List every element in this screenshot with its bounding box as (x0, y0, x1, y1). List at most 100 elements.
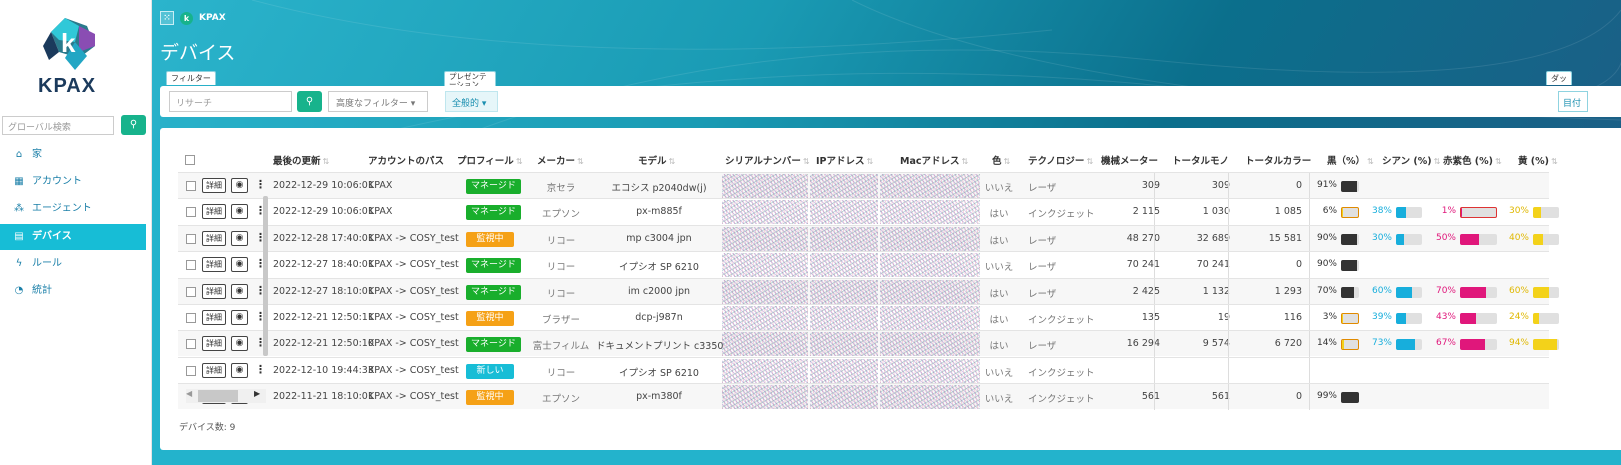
view-button[interactable]: ◉ (231, 204, 248, 220)
eye-icon: ◉ (235, 364, 244, 375)
breadcrumb-label[interactable]: KPAX (199, 13, 226, 23)
search-button[interactable]: ⚲ (297, 91, 322, 112)
col-account-path[interactable]: アカウントのパス (368, 153, 444, 167)
col-total-color[interactable]: トータルカラー (1245, 153, 1311, 167)
sidebar-item-accounts[interactable]: ▦ アカウント (0, 169, 146, 195)
more-options-icon[interactable]: ⋮ (255, 178, 266, 191)
table-row[interactable]: 詳細 ◉ ⋮ 2022-12-27 18:10:01 KPAX -> COSY_test… (178, 277, 1559, 305)
cell-serial-redacted (722, 174, 808, 198)
yellow-level-fill (1533, 233, 1544, 245)
global-search-input[interactable]: グローバル検索 (2, 116, 114, 135)
row-checkbox[interactable] (186, 365, 196, 376)
table-row[interactable]: 詳細 ◉ ⋮ 2022-12-29 10:06:01 KPAX マネージド エプソン px-m… (178, 198, 1559, 226)
col-ip[interactable]: IPアドレス ⇅ (816, 153, 873, 167)
yellow-level-bar (1533, 233, 1559, 245)
global-search-button[interactable]: ⚲ (121, 115, 146, 135)
view-button[interactable]: ◉ (231, 310, 248, 325)
column-divider (1228, 173, 1229, 199)
details-button[interactable]: 詳細 (202, 204, 226, 220)
scroll-right-icon[interactable]: ▶ (254, 389, 260, 398)
eye-icon: ◉ (235, 180, 244, 190)
col-technology[interactable]: テクノロジー ⇅ (1028, 153, 1093, 167)
sidebar-item-stats[interactable]: ◔ 統計 (0, 278, 146, 304)
search-input[interactable]: リサーチ (169, 91, 292, 112)
dashboard-date-button[interactable]: 目付 (1558, 91, 1588, 112)
view-button[interactable]: ◉ (231, 178, 248, 193)
col-model[interactable]: モデル ⇅ (638, 153, 675, 167)
row-checkbox[interactable] (186, 260, 196, 271)
select-all-checkbox[interactable] (185, 155, 195, 165)
details-button[interactable]: 詳細 (202, 230, 226, 246)
row-checkbox[interactable] (186, 339, 196, 350)
col-mac[interactable]: Macアドレス ⇅ (900, 153, 968, 167)
col-meter[interactable]: 機械メーター (1101, 153, 1158, 167)
table-row[interactable]: 詳細 ◉ ⋮ 2022-12-27 18:40:01 KPAX -> COSY_test… (178, 251, 1549, 279)
col-last-update[interactable]: 最後の更新 ⇅ (273, 153, 329, 167)
table-row[interactable]: 詳細 ◉ ⋮ 2022-12-21 12:50:10 KPAX -> COSY_test… (178, 330, 1559, 358)
scroll-thumb[interactable] (198, 390, 238, 403)
view-button[interactable]: ◉ (231, 362, 248, 378)
row-checkbox[interactable] (186, 313, 196, 323)
view-button[interactable]: ◉ (231, 336, 248, 352)
details-button[interactable]: 詳細 (202, 310, 226, 325)
col-total-mono[interactable]: トータルモノ (1172, 153, 1229, 167)
cyan-level-bar (1396, 339, 1422, 351)
row-checkbox[interactable] (186, 233, 196, 244)
cell-serial-redacted (722, 226, 808, 251)
kpax-icon: k (180, 11, 193, 25)
magenta-level-fill (1460, 286, 1486, 298)
table-row[interactable]: 詳細 ◉ ⋮ 2022-12-21 12:50:11 KPAX -> COSY_test… (178, 304, 1559, 331)
cell-account-path: KPAX (368, 206, 393, 218)
cell-maker: リコー (546, 367, 576, 379)
sidebar-item-agents[interactable]: ⁂ エージェント (0, 196, 146, 222)
col-serial[interactable]: シリアルナンバー ⇅ (725, 153, 810, 167)
sidebar-item-home[interactable]: ⌂ 家 (0, 142, 146, 168)
column-divider (1309, 252, 1310, 279)
magenta-percent: 1% (1441, 206, 1456, 217)
details-button[interactable]: 詳細 (202, 257, 226, 273)
col-maker[interactable]: メーカー ⇅ (537, 153, 584, 167)
more-options-icon[interactable]: ⋮ (255, 363, 266, 376)
details-button[interactable]: 詳細 (202, 336, 226, 352)
table-row[interactable]: 詳細 ◉ ⋮ 2022-12-29 10:06:01 KPAX マネージド 京セラ エコシス … (178, 172, 1549, 199)
column-divider (1154, 305, 1155, 331)
row-checkbox[interactable] (186, 207, 196, 218)
column-divider (1154, 199, 1155, 226)
col-profile[interactable]: プロフィール ⇅ (457, 153, 523, 167)
view-button[interactable]: ◉ (231, 283, 248, 299)
view-button[interactable]: ◉ (231, 257, 248, 273)
horizontal-scrollbar[interactable]: ◀ ▶ (186, 389, 266, 404)
table-row[interactable]: 詳細 ◉ ⋮ 2022-12-10 19:44:33 KPAX -> COSY_test… (178, 356, 1549, 384)
cell-ip-redacted (810, 200, 878, 225)
scroll-left-icon[interactable]: ◀ (186, 389, 192, 398)
col-cyan[interactable]: シアン (%) ⇅ (1382, 153, 1440, 167)
header-label: 最後の更新 (273, 156, 321, 167)
col-black[interactable]: 黒（%） ⇅ (1327, 153, 1374, 167)
cell-ip-redacted (810, 226, 878, 251)
grid-icon[interactable]: ⁙ (160, 11, 174, 25)
cell-account-path: KPAX -> COSY_test (368, 364, 459, 376)
presentation-dropdown[interactable]: 全般的 ▾ (445, 91, 498, 112)
sidebar-item-rules[interactable]: ϟ ルール (0, 251, 146, 277)
row-checkbox[interactable] (186, 286, 196, 297)
details-button[interactable]: 詳細 (202, 362, 226, 378)
row-checkbox[interactable] (186, 181, 196, 191)
header-label: 色 (992, 156, 1002, 167)
sidebar-item-devices[interactable]: ▤ デバイス (0, 224, 146, 250)
table-row[interactable]: 詳細 ◉ ⋮ 2022-12-28 17:40:01 KPAX -> COSY_test… (178, 224, 1559, 252)
table-row[interactable]: 詳細◉⋮2022-11-21 18:10:01KPAX -> COSY_test… (178, 383, 1549, 411)
vertical-scrollbar[interactable] (263, 196, 268, 356)
cell-color: はい (989, 235, 1009, 247)
details-button[interactable]: 詳細 (202, 178, 226, 193)
col-magenta[interactable]: 赤紫色 (%) ⇅ (1443, 153, 1502, 167)
col-yellow[interactable]: 黄 (%) ⇅ (1518, 153, 1558, 167)
black-level-fill (1341, 286, 1354, 298)
advanced-filter-dropdown[interactable]: 高度なフィルター ▾ (328, 91, 428, 112)
magenta-percent: 67% (1435, 338, 1456, 349)
view-button[interactable]: ◉ (231, 230, 248, 246)
col-color[interactable]: 色 ⇅ (992, 153, 1010, 167)
details-button[interactable]: 詳細 (202, 283, 226, 299)
sort-icon: ⇅ (515, 157, 523, 166)
logo-text: KPAX (38, 75, 97, 97)
cyan-percent: 38% (1371, 206, 1392, 217)
